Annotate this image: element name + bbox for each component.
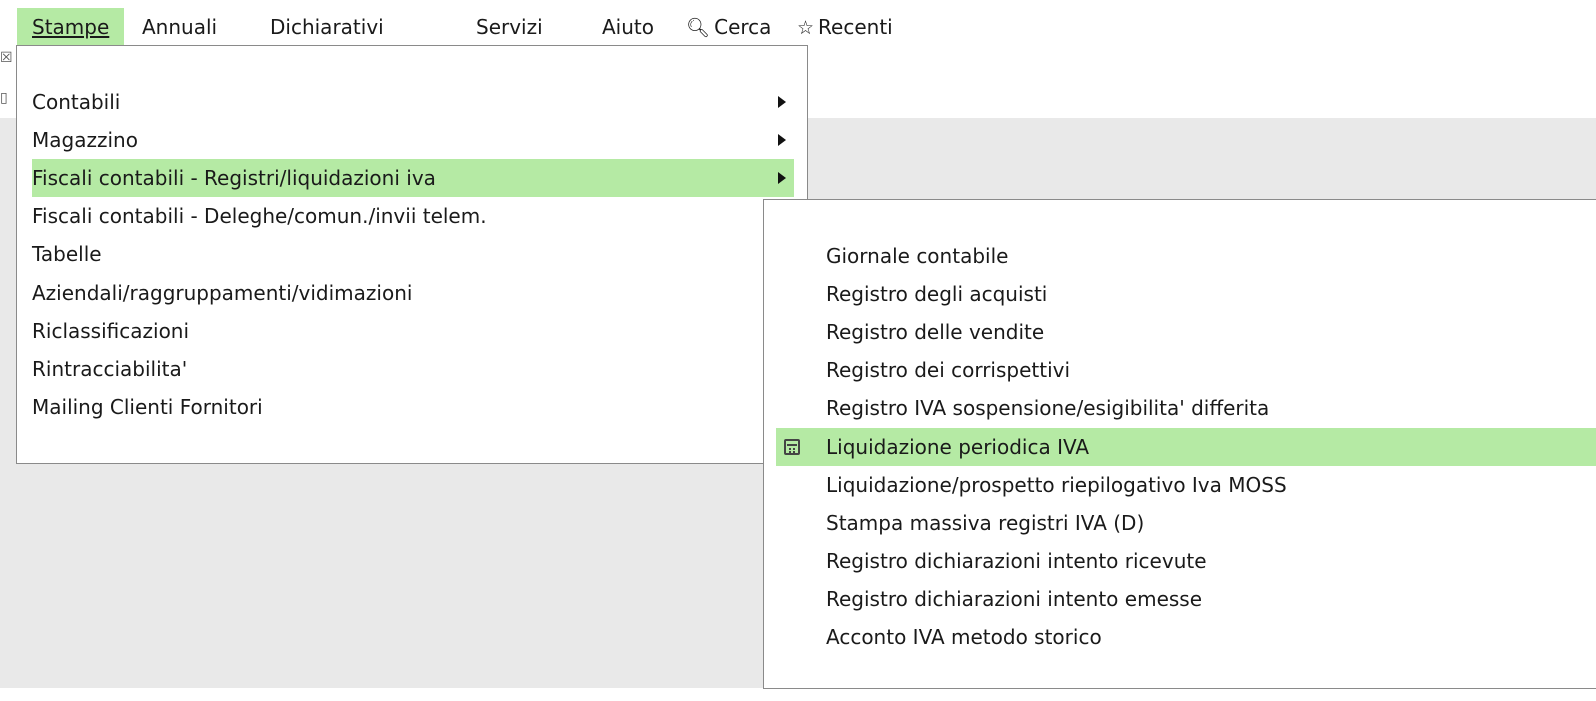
- menu-item-label: Registro dichiarazioni intento emesse: [826, 587, 1203, 611]
- menu-item-label: Riclassificazioni: [32, 319, 190, 343]
- stampe-dropdown-menu: Contabili Magazzino Fiscali contabili - …: [16, 45, 808, 464]
- menu-stampe[interactable]: Stampe: [17, 8, 125, 46]
- menu-bar: Stampe Annuali Dichiarativi Servizi Aiut…: [0, 8, 1596, 46]
- submenu-item-registro-corrispettivi[interactable]: Registro dei corrispettivi: [764, 351, 1596, 389]
- menu-label: Recenti: [818, 15, 893, 39]
- menu-label: Servizi: [476, 15, 543, 39]
- menu-item-label: Rintracciabilita': [32, 357, 188, 381]
- menu-recenti[interactable]: ☆ Recenti: [797, 8, 893, 46]
- submenu-item-intento-emesse[interactable]: Registro dichiarazioni intento emesse: [764, 580, 1596, 618]
- submenu-arrow-icon: [778, 96, 786, 108]
- menu-item-tabelle[interactable]: Tabelle: [17, 235, 757, 273]
- search-icon: 🔍︎: [686, 17, 711, 39]
- submenu-item-registro-sospensione[interactable]: Registro IVA sospensione/esigibilita' di…: [764, 389, 1596, 427]
- submenu-arrow-icon: [778, 172, 786, 184]
- menu-label: Cerca: [714, 15, 772, 39]
- menu-item-label: Registro degli acquisti: [826, 282, 1048, 306]
- menu-item-label: Mailing Clienti Fornitori: [32, 395, 263, 419]
- menu-item-label: Registro dichiarazioni intento ricevute: [826, 549, 1207, 573]
- submenu-item-giornale-contabile[interactable]: Giornale contabile: [764, 237, 1596, 275]
- menu-item-label: Fiscali contabili - Deleghe/comun./invii…: [32, 204, 487, 228]
- menu-item-fiscali-deleghe[interactable]: Fiscali contabili - Deleghe/comun./invii…: [17, 197, 757, 235]
- app-bottom-strip: [0, 688, 1596, 701]
- menu-item-contabili[interactable]: Contabili: [17, 83, 794, 121]
- menu-item-label: Registro dei corrispettivi: [826, 358, 1071, 382]
- menu-servizi[interactable]: Servizi: [476, 8, 543, 46]
- menu-item-label: Aziendali/raggruppamenti/vidimazioni: [32, 281, 413, 305]
- menu-item-label: Acconto IVA metodo storico: [826, 625, 1102, 649]
- menu-item-magazzino[interactable]: Magazzino: [17, 121, 794, 159]
- menu-label: Dichiarativi: [270, 15, 384, 39]
- menu-annuali[interactable]: Annuali: [142, 8, 217, 46]
- menu-item-aziendali[interactable]: Aziendali/raggruppamenti/vidimazioni: [17, 274, 757, 312]
- menu-label: Aiuto: [602, 15, 654, 39]
- menu-item-label: Giornale contabile: [826, 244, 1009, 268]
- submenu-item-registro-acquisti[interactable]: Registro degli acquisti: [764, 275, 1596, 313]
- menu-item-label: Registro IVA sospensione/esigibilita' di…: [826, 396, 1270, 420]
- menu-item-label: Registro delle vendite: [826, 320, 1045, 344]
- menu-item-label: Magazzino: [32, 128, 138, 152]
- menu-item-riclassificazioni[interactable]: Riclassificazioni: [17, 312, 757, 350]
- submenu-item-intento-ricevute[interactable]: Registro dichiarazioni intento ricevute: [764, 542, 1596, 580]
- menu-item-label: Stampa massiva registri IVA (D): [826, 511, 1145, 535]
- submenu-item-registro-vendite[interactable]: Registro delle vendite: [764, 313, 1596, 351]
- submenu-item-liquidazione-moss[interactable]: Liquidazione/prospetto riepilogativo Iva…: [764, 466, 1596, 504]
- iva-submenu: Giornale contabile Registro degli acquis…: [763, 199, 1596, 689]
- calendar-icon: [784, 439, 800, 455]
- menu-item-label: Liquidazione periodica IVA: [826, 435, 1090, 459]
- menu-label: Annuali: [142, 15, 218, 39]
- menu-item-label: Tabelle: [32, 242, 102, 266]
- obscured-toolbar-fragment: ☒: [0, 50, 13, 66]
- submenu-item-acconto-iva[interactable]: Acconto IVA metodo storico: [764, 618, 1596, 656]
- menu-label: Stampe: [32, 15, 110, 39]
- submenu-arrow-icon: [778, 134, 786, 146]
- obscured-toolbar-fragment: ▯: [0, 90, 8, 106]
- menu-item-mailing[interactable]: Mailing Clienti Fornitori: [17, 388, 757, 426]
- menu-item-label: Contabili: [32, 90, 121, 114]
- menu-aiuto[interactable]: Aiuto: [602, 8, 654, 46]
- menu-item-label: Liquidazione/prospetto riepilogativo Iva…: [826, 473, 1287, 497]
- submenu-item-liquidazione-periodica[interactable]: Liquidazione periodica IVA: [776, 428, 1596, 466]
- menu-item-label: Fiscali contabili - Registri/liquidazion…: [32, 166, 436, 190]
- menu-item-fiscali-registri[interactable]: Fiscali contabili - Registri/liquidazion…: [32, 159, 794, 197]
- menu-item-rintracciabilita[interactable]: Rintracciabilita': [17, 350, 757, 388]
- star-icon: ☆: [797, 17, 815, 39]
- menu-dichiarativi[interactable]: Dichiarativi: [270, 8, 384, 46]
- submenu-item-stampa-massiva[interactable]: Stampa massiva registri IVA (D): [764, 504, 1596, 542]
- menu-cerca[interactable]: 🔍︎ Cerca: [686, 8, 771, 46]
